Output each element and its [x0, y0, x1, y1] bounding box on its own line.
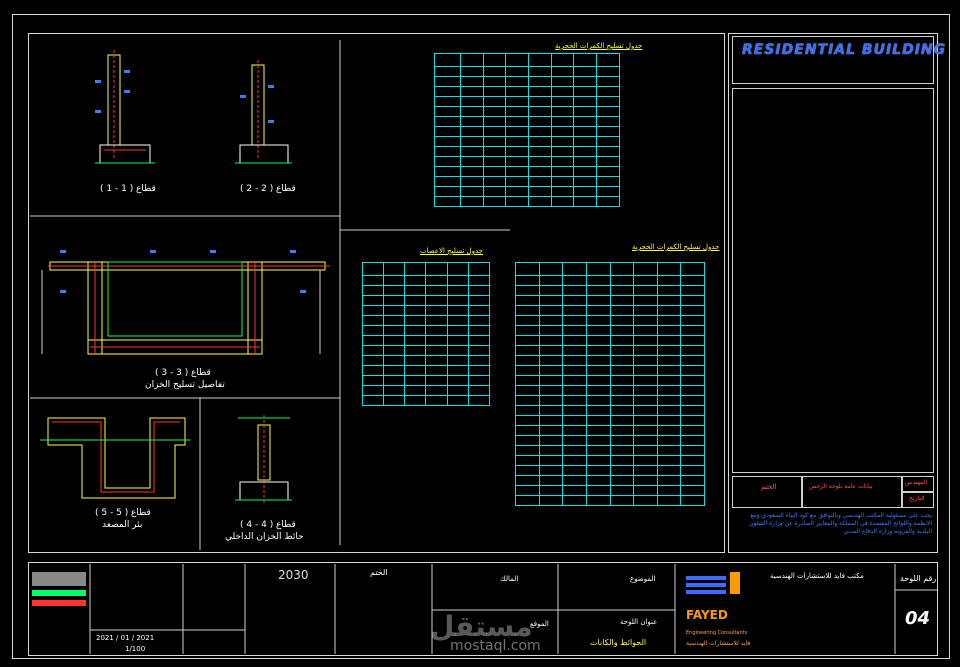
fayed-logo: [686, 572, 740, 594]
brand-name: FAYED: [686, 608, 728, 622]
office-name: مكتب فايد للاستشارات الهندسية: [770, 572, 864, 580]
watermark: mostaql.com: [450, 638, 541, 654]
sheet-no-label: رقم اللوحة: [900, 574, 937, 583]
brand-subtitle: Engineering Consultants: [686, 630, 748, 636]
sheet-number: 04: [905, 608, 931, 629]
brand-arabic: فايد للاستشارات الهندسية: [686, 640, 751, 647]
